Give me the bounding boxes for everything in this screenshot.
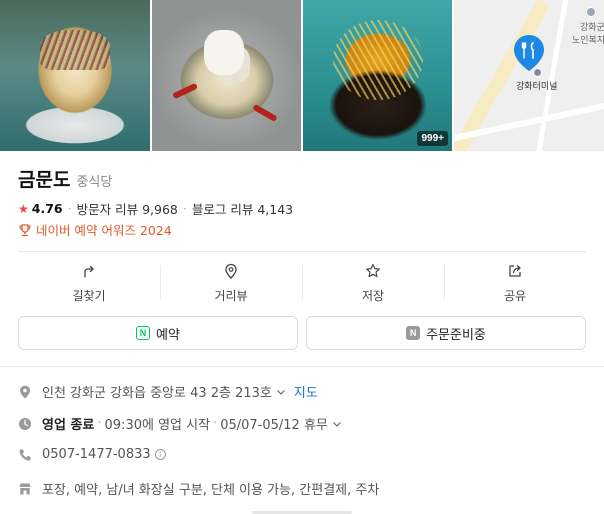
star-icon <box>366 263 380 278</box>
blog-review-link[interactable]: 블로그 리뷰 4,143 <box>192 199 293 218</box>
reserve-label: 예약 <box>156 327 180 343</box>
star-icon: ★ <box>18 201 29 216</box>
blog-review-count: 4,143 <box>257 202 294 217</box>
amenities-row: 포장, 예약, 남/녀 화장실 구분, 단체 이용 가능, 간편결제, 주차 <box>18 479 379 498</box>
map-label: 강화터미널 <box>516 81 558 91</box>
rating-value: 4.76 <box>31 201 63 216</box>
place-title-row: 금문도 중식당 <box>18 165 112 192</box>
award-row[interactable]: 네이버 예약 어워즈 2024 <box>18 220 172 239</box>
separator: · <box>213 416 218 431</box>
photo-strip: 999+ 강화군 노인복지 강화터미널 <box>0 0 604 151</box>
store-icon <box>19 483 31 494</box>
food-photo-3[interactable]: 999+ <box>303 0 452 151</box>
chevron-down-icon[interactable] <box>276 387 286 397</box>
order-label: 주문준비중 <box>426 327 486 343</box>
section-divider <box>0 366 604 367</box>
map-label: 노인복지 <box>572 35 604 45</box>
share-label: 공유 <box>503 289 527 303</box>
visitor-review-count: 9,968 <box>142 202 178 217</box>
chevron-down-icon[interactable] <box>332 419 342 429</box>
food-photo-detail <box>171 82 199 100</box>
share-button[interactable]: 공유 <box>444 255 586 307</box>
hours-row: 영업 종료 · 09:30에 영업 시작 · 05/07-05/12 휴무 <box>18 414 342 433</box>
map-poi-icon <box>586 7 596 17</box>
phone-row: 0507-1477-0833 i <box>18 447 166 462</box>
rating-row: ★ 4.76 · 방문자 리뷰 9,968 · 블로그 리뷰 4,143 <box>18 199 293 218</box>
map-thumbnail[interactable]: 강화군 노인복지 강화터미널 <box>454 0 604 151</box>
phone-number[interactable]: 0507-1477-0833 <box>42 447 151 462</box>
order-button[interactable]: N 주문준비중 <box>306 316 586 350</box>
photo-count-badge: 999+ <box>417 131 448 146</box>
directions-icon <box>84 265 94 278</box>
naver-order-icon: N <box>406 326 421 340</box>
map-link[interactable]: 지도 <box>294 382 318 401</box>
info-icon[interactable]: i <box>154 449 166 460</box>
share-icon <box>509 265 521 277</box>
blog-review-label: 블로그 리뷰 <box>191 202 254 217</box>
award-text: 네이버 예약 어워즈 2024 <box>36 223 172 238</box>
street-view-label: 거리뷰 <box>214 289 248 303</box>
food-photo-detail <box>204 30 244 75</box>
separator: · <box>182 201 187 216</box>
save-label: 저장 <box>361 289 385 303</box>
place-category: 중식당 <box>76 175 113 190</box>
food-photo-detail <box>252 103 278 123</box>
separator: · <box>97 416 102 431</box>
amenities-text: 포장, 예약, 남/녀 화장실 구분, 단체 이용 가능, 간편결제, 주차 <box>42 483 380 498</box>
food-photo-detail <box>333 20 423 100</box>
separator: · <box>67 201 72 216</box>
location-icon <box>20 385 30 398</box>
address-text[interactable]: 인천 강화군 강화읍 중앙로 43 2층 213호 <box>42 382 272 401</box>
directions-button[interactable]: 길찾기 <box>18 255 160 307</box>
naver-booking-icon: N <box>136 326 151 340</box>
clock-icon <box>19 417 31 430</box>
food-photo-1[interactable] <box>0 0 150 151</box>
food-photo-2[interactable] <box>152 0 301 151</box>
visitor-review-link[interactable]: 방문자 리뷰 9,968 <box>77 199 178 218</box>
bus-terminal-icon <box>533 68 542 77</box>
map-pin-icon <box>514 35 544 71</box>
street-view-button[interactable]: 거리뷰 <box>160 255 302 307</box>
save-button[interactable]: 저장 <box>302 255 444 307</box>
business-status: 영업 종료 <box>42 418 95 433</box>
holiday-info: 05/07-05/12 휴무 <box>220 418 328 433</box>
divider <box>18 251 586 252</box>
place-name: 금문도 <box>18 169 71 191</box>
location-pin-icon <box>225 263 237 279</box>
address-row: 인천 강화군 강화읍 중앙로 43 2층 213호 지도 <box>18 382 318 401</box>
trophy-icon <box>19 223 31 236</box>
directions-label: 길찾기 <box>72 289 106 303</box>
map-label: 강화군 <box>580 22 604 32</box>
reserve-button[interactable]: N 예약 <box>18 316 298 350</box>
primary-buttons: N 예약 N 주문준비중 <box>18 316 586 350</box>
phone-icon <box>19 449 31 461</box>
food-photo-detail <box>40 30 110 70</box>
opening-time: 09:30에 영업 시작 <box>104 418 211 433</box>
visitor-review-label: 방문자 리뷰 <box>76 202 139 217</box>
action-bar: 길찾기 거리뷰 저장 공유 <box>18 255 586 307</box>
